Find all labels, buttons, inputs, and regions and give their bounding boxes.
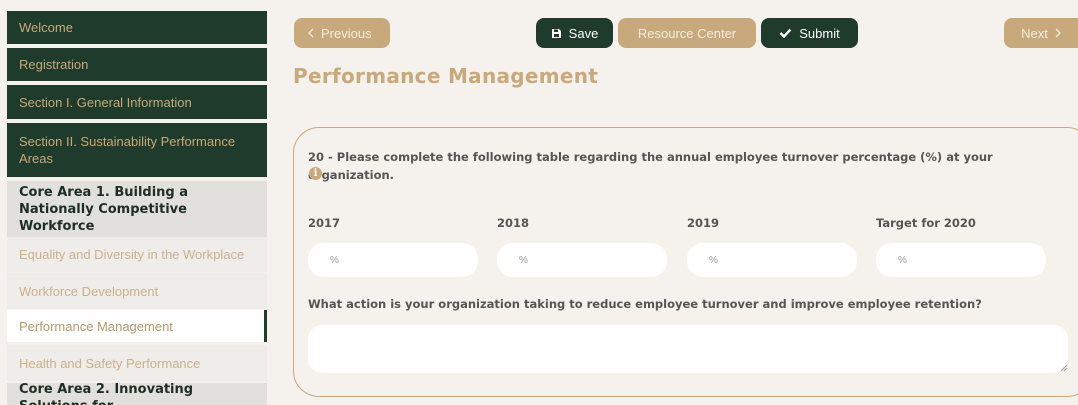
sidebar-item-label: Workforce Development xyxy=(19,283,159,299)
save-button[interactable]: Save xyxy=(536,18,613,48)
sidebar-item-equality-diversity[interactable]: Equality and Diversity in the Workplace xyxy=(7,237,267,273)
column-header-2017: 2017 xyxy=(308,216,341,230)
sidebar-item-performance-management[interactable]: Performance Management xyxy=(7,310,267,342)
sidebar-item-label: Performance Management xyxy=(19,318,173,334)
action-question-label: What action is your organization taking … xyxy=(308,297,982,311)
sidebar-item-label: Core Area 1. Building a Nationally Compe… xyxy=(19,184,189,234)
sidebar-item-core-area-1[interactable]: Core Area 1. Building a Nationally Compe… xyxy=(7,181,267,237)
sidebar-item-label: Equality and Diversity in the Workplace xyxy=(19,247,245,262)
action-answer-textarea[interactable] xyxy=(308,325,1068,373)
sidebar-item-label: Health and Safety Performance xyxy=(19,355,201,371)
checkmark-icon xyxy=(779,28,792,38)
next-label: Next xyxy=(1021,25,1048,41)
resource-center-label: Resource Center xyxy=(637,25,737,41)
sidebar-item-core-area-2[interactable]: Core Area 2. Innovating Solutions for xyxy=(7,382,267,405)
sidebar-item-registration[interactable]: Registration xyxy=(7,48,267,83)
sidebar-item-section-1[interactable]: Section I. General Information xyxy=(7,85,267,121)
column-header-target-2020: Target for 2020 xyxy=(876,216,976,230)
resize-handle-icon[interactable] xyxy=(1060,364,1068,372)
sidebar-item-label: Registration xyxy=(19,57,89,72)
floppy-disk-icon xyxy=(551,28,561,38)
question-text: 20 - Please complete the following table… xyxy=(308,150,993,182)
submit-button[interactable]: Submit xyxy=(761,18,858,48)
sidebar-item-welcome[interactable]: Welcome xyxy=(7,11,267,46)
previous-button[interactable]: Previous xyxy=(294,18,390,48)
sidebar-item-health-safety[interactable]: Health and Safety Performance xyxy=(7,345,267,382)
main-content: Previous Save Resource Center Submit Nex… xyxy=(268,0,1078,405)
column-header-2019: 2019 xyxy=(687,216,720,230)
chevron-left-icon xyxy=(308,28,314,38)
resource-center-button[interactable]: Resource Center xyxy=(618,18,756,48)
sidebar-item-label: Section I. General Information xyxy=(19,94,192,110)
sidebar: Welcome Registration Section I. General … xyxy=(7,11,267,405)
previous-label: Previous xyxy=(321,25,372,41)
next-button[interactable]: Next xyxy=(1004,18,1078,48)
info-icon[interactable]: i xyxy=(309,167,322,180)
submit-label: Submit xyxy=(799,25,840,41)
sidebar-item-workforce-development[interactable]: Workforce Development xyxy=(7,273,267,310)
save-label: Save xyxy=(568,25,599,41)
page-title: Performance Management xyxy=(293,64,599,88)
column-header-2018: 2018 xyxy=(497,216,530,230)
sidebar-item-section-2[interactable]: Section II. Sustainability Performance A… xyxy=(7,123,267,179)
turnover-target-2020-input[interactable] xyxy=(876,243,1046,277)
sidebar-item-label: Welcome xyxy=(19,20,73,35)
chevron-right-icon xyxy=(1055,28,1061,38)
turnover-2017-input[interactable] xyxy=(308,243,478,277)
sidebar-item-label: Section II. Sustainability Performance A… xyxy=(19,134,236,166)
turnover-2019-input[interactable] xyxy=(687,243,857,277)
sidebar-item-label: Core Area 2. Innovating Solutions for xyxy=(19,382,194,405)
turnover-2018-input[interactable] xyxy=(497,243,667,277)
